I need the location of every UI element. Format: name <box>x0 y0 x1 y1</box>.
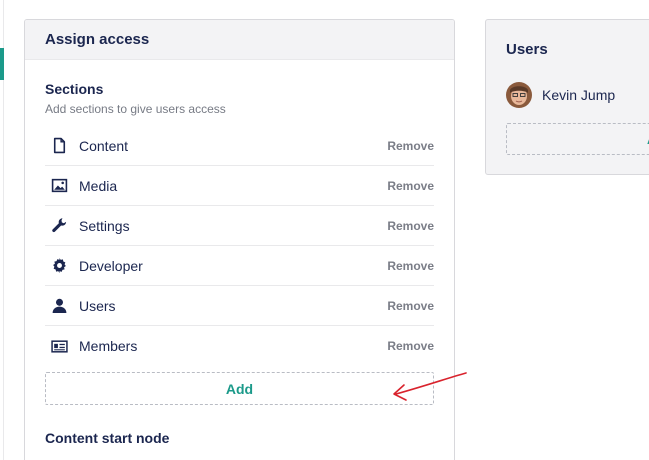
remove-content-button[interactable]: Remove <box>387 139 434 153</box>
sections-title: Sections <box>45 81 104 97</box>
sections-description: Add sections to give users access <box>45 102 226 116</box>
avatar <box>506 82 532 108</box>
content-start-node-title: Content start node <box>45 430 170 446</box>
annotation-arrow-icon <box>393 372 467 401</box>
sections-list: Content Remove Media Remove Settings Rem… <box>45 126 434 366</box>
remove-members-button[interactable]: Remove <box>387 339 434 353</box>
user-name: Kevin Jump <box>542 87 616 103</box>
add-user-button[interactable]: A <box>506 123 649 155</box>
section-row-content: Content Remove <box>45 126 434 166</box>
assign-access-header: Assign access <box>25 20 454 60</box>
users-panel-title: Users <box>506 41 548 58</box>
section-row-settings: Settings Remove <box>45 206 434 246</box>
users-panel: Users Kevin Jump A <box>485 19 649 175</box>
section-label: Users <box>79 297 116 314</box>
remove-developer-button[interactable]: Remove <box>387 259 434 273</box>
section-row-users: Users Remove <box>45 286 434 326</box>
add-section-label: Add <box>225 380 254 397</box>
section-row-media: Media Remove <box>45 166 434 206</box>
section-row-developer: Developer Remove <box>45 246 434 286</box>
id-card-icon <box>47 334 71 358</box>
add-section-button[interactable]: Add <box>45 372 434 405</box>
user-item[interactable]: Kevin Jump <box>506 82 615 108</box>
section-label: Content <box>79 137 129 154</box>
remove-users-button[interactable]: Remove <box>387 299 434 313</box>
gear-icon <box>47 254 71 278</box>
remove-settings-button[interactable]: Remove <box>387 219 434 233</box>
user-icon <box>47 294 71 318</box>
wrench-icon <box>47 214 71 238</box>
section-label: Developer <box>79 257 143 274</box>
section-label: Members <box>79 338 138 354</box>
image-icon <box>47 174 71 198</box>
page: Assign access Sections Add sections to g… <box>0 0 649 460</box>
section-label: Settings <box>79 217 130 234</box>
document-icon <box>47 134 71 158</box>
nav-active-indicator <box>0 48 4 80</box>
remove-media-button[interactable]: Remove <box>387 179 434 193</box>
section-label: Media <box>79 177 118 194</box>
section-row-members: Members Remove <box>45 326 434 366</box>
assign-access-title: Assign access <box>45 31 150 48</box>
